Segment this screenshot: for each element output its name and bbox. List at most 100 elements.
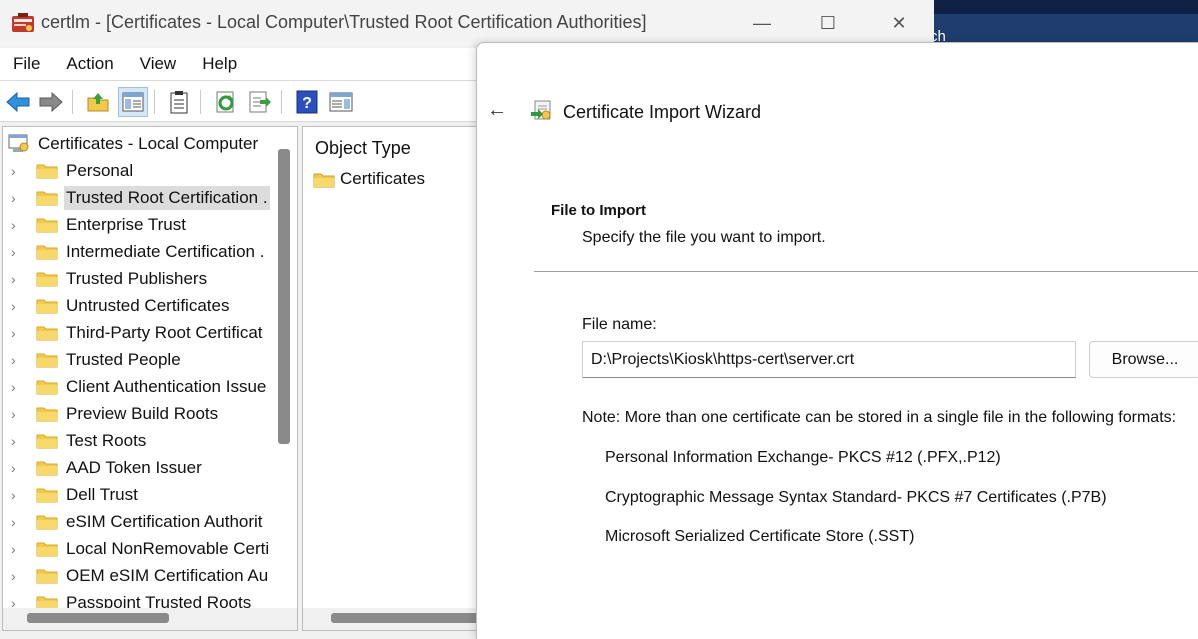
chevron-right-icon[interactable]: › xyxy=(11,460,27,476)
up-one-level-button[interactable] xyxy=(83,87,113,117)
tree-item[interactable]: › Enterprise Trust xyxy=(3,211,273,238)
tree-item-label: Enterprise Trust xyxy=(66,214,186,234)
tree-item[interactable]: › Intermediate Certification . xyxy=(3,238,273,265)
minimize-button[interactable]: — xyxy=(739,8,785,38)
tree-root-label: Certificates - Local Computer xyxy=(38,134,259,153)
tree-item[interactable]: › Local NonRemovable Certi xyxy=(3,535,273,562)
chevron-right-icon[interactable]: › xyxy=(11,325,27,341)
tree-vertical-scrollbar[interactable] xyxy=(278,149,290,444)
tree-item[interactable]: › OEM eSIM Certification Au xyxy=(3,562,273,589)
tree-item[interactable]: › Personal xyxy=(3,157,273,184)
tree-item-label: Client Authentication Issue xyxy=(66,376,267,396)
back-button[interactable] xyxy=(3,87,33,117)
tree-item[interactable]: › Third-Party Root Certificat xyxy=(3,319,273,346)
menu-view[interactable]: View xyxy=(140,54,177,74)
chevron-right-icon[interactable]: › xyxy=(11,217,27,233)
properties-icon xyxy=(170,91,188,114)
tree-horizontal-scrollbar[interactable] xyxy=(27,613,169,623)
chevron-right-icon[interactable]: › xyxy=(11,487,27,503)
section-title: File to Import xyxy=(551,202,646,219)
chevron-right-icon[interactable]: › xyxy=(11,514,27,530)
chevron-right-icon[interactable]: › xyxy=(11,568,27,584)
tree-item[interactable]: › Client Authentication Issue xyxy=(3,373,273,400)
menu-action[interactable]: Action xyxy=(66,54,113,74)
title-bar[interactable]: certlm - [Certificates - Local Computer\… xyxy=(0,0,934,46)
results-pane[interactable]: Object Type Certificates xyxy=(302,126,502,631)
forward-arrow-icon xyxy=(39,91,63,113)
folder-icon xyxy=(36,191,58,206)
tree-item-label: Trusted Publishers xyxy=(66,268,208,288)
close-icon: ✕ xyxy=(891,12,907,33)
results-horizontal-scrollbar[interactable] xyxy=(331,613,481,623)
tree-item[interactable]: › Untrusted Certificates xyxy=(3,292,273,319)
header-divider xyxy=(534,271,1198,272)
chevron-right-icon[interactable]: › xyxy=(11,433,27,449)
tree-item[interactable]: › eSIM Certification Authorit xyxy=(3,508,273,535)
help-button[interactable]: ? xyxy=(292,87,322,117)
chevron-right-icon[interactable]: › xyxy=(11,190,27,206)
tree-item[interactable]: › Test Roots xyxy=(3,427,273,454)
section-subtitle: Specify the file you want to import. xyxy=(582,229,826,246)
action-pane-icon xyxy=(329,92,353,112)
action-pane-button[interactable] xyxy=(326,87,356,117)
folder-icon xyxy=(36,299,58,314)
folder-icon xyxy=(36,272,58,287)
folder-icon xyxy=(36,542,58,557)
tree-item-label: Untrusted Certificates xyxy=(66,295,230,315)
tree-item[interactable]: › AAD Token Issuer xyxy=(3,454,273,481)
tree-item-label: Third-Party Root Certificat xyxy=(66,322,263,342)
maximize-button[interactable]: ☐ xyxy=(805,8,851,38)
svg-text:?: ? xyxy=(302,95,312,112)
chevron-right-icon[interactable]: › xyxy=(11,163,27,179)
certificates-snapin-icon xyxy=(8,134,29,152)
format-note: Note: More than one certificate can be s… xyxy=(582,409,1177,426)
console-tree[interactable]: Certificates - Local Computer › Personal ›… xyxy=(2,126,298,631)
refresh-button[interactable] xyxy=(211,87,241,117)
up-folder-icon xyxy=(87,93,109,112)
chevron-right-icon[interactable]: › xyxy=(11,352,27,368)
chevron-right-icon[interactable]: › xyxy=(11,379,27,395)
folder-icon xyxy=(36,569,58,584)
chevron-right-icon[interactable]: › xyxy=(11,271,27,287)
chevron-right-icon[interactable]: › xyxy=(11,406,27,422)
chevron-right-icon[interactable]: › xyxy=(11,541,27,557)
folder-icon xyxy=(36,218,58,233)
background-window-bar xyxy=(930,0,1198,14)
folder-icon xyxy=(36,164,58,179)
folder-icon xyxy=(36,326,58,341)
results-item-certificates[interactable]: Certificates xyxy=(313,169,425,189)
folder-icon xyxy=(313,173,335,187)
folder-icon xyxy=(36,488,58,503)
tree-item-label: Trusted Root Certification . xyxy=(64,185,270,210)
tree-item-label: OEM eSIM Certification Au xyxy=(66,565,269,585)
forward-button[interactable] xyxy=(36,87,66,117)
folder-icon xyxy=(36,353,58,368)
folder-icon xyxy=(36,434,58,449)
tree-item-label: Test Roots xyxy=(66,430,147,450)
menu-file[interactable]: File xyxy=(13,54,40,74)
close-button[interactable]: ✕ xyxy=(876,8,922,38)
tree-item[interactable]: › Dell Trust xyxy=(3,481,273,508)
properties-button[interactable] xyxy=(164,87,194,117)
tree-item[interactable]: › Trusted People xyxy=(3,346,273,373)
results-item-label: Certificates xyxy=(340,169,426,188)
column-header-object-type[interactable]: Object Type xyxy=(315,138,411,159)
export-list-button[interactable] xyxy=(245,87,275,117)
back-arrow-button[interactable]: ← xyxy=(487,99,507,122)
tree-item-label: eSIM Certification Authorit xyxy=(66,511,263,531)
chevron-right-icon[interactable]: › xyxy=(11,298,27,314)
file-name-input[interactable] xyxy=(582,341,1076,378)
format-pfx: Personal Information Exchange- PKCS #12 … xyxy=(605,449,1001,466)
file-name-label: File name: xyxy=(582,316,657,333)
tree-item[interactable]: › Preview Build Roots xyxy=(3,400,273,427)
show-hide-tree-button[interactable] xyxy=(118,87,148,117)
folder-icon xyxy=(36,407,58,422)
wizard-title: Certificate Import Wizard xyxy=(563,102,762,122)
format-p7b: Cryptographic Message Syntax Standard- P… xyxy=(605,489,1107,506)
tree-item[interactable]: › Trusted Publishers xyxy=(3,265,273,292)
browse-button[interactable]: Browse... xyxy=(1089,341,1198,378)
tree-root[interactable]: Certificates - Local Computer xyxy=(7,133,258,155)
tree-item[interactable]: › Trusted Root Certification . xyxy=(3,184,273,211)
menu-help[interactable]: Help xyxy=(202,54,237,74)
chevron-right-icon[interactable]: › xyxy=(11,244,27,260)
